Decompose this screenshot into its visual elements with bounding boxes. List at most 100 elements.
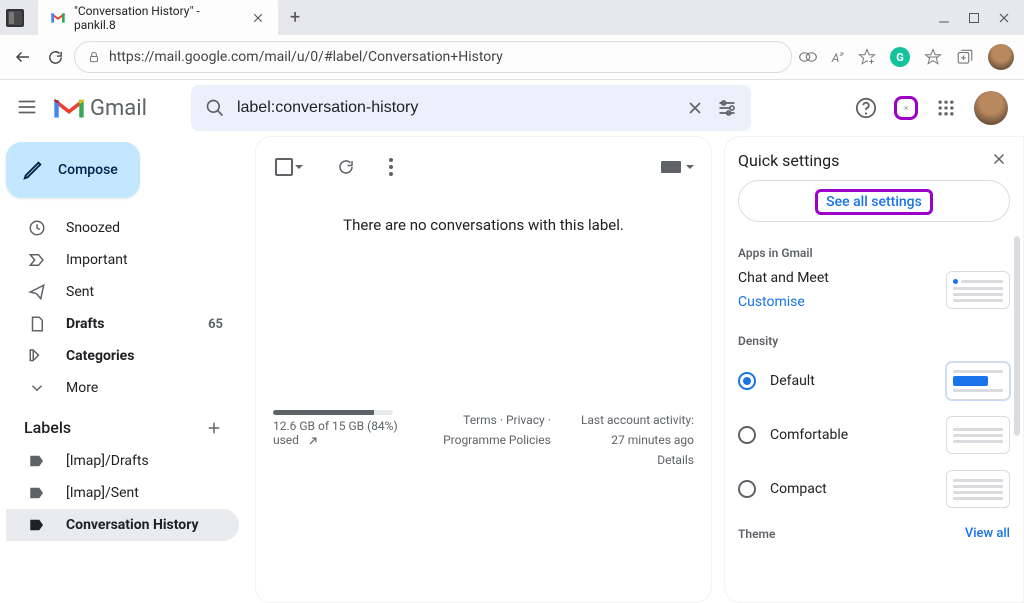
browser-tab[interactable]: "Conversation History" - pankil.8 <box>38 0 278 39</box>
account-avatar[interactable] <box>974 91 1008 125</box>
density-option-comfortable[interactable]: Comfortable <box>738 416 1010 454</box>
back-button[interactable] <box>10 44 36 70</box>
tab-title: "Conversation History" - pankil.8 <box>74 4 242 32</box>
pencil-icon <box>22 159 44 181</box>
window-minimize-icon[interactable] <box>938 12 950 24</box>
mail-list-pane: There are no conversations with this lab… <box>255 136 712 603</box>
sidebar-item-sent[interactable]: Sent <box>6 276 239 308</box>
sidebar-item-label: More <box>66 380 98 396</box>
select-dropdown-icon[interactable] <box>295 165 303 173</box>
sent-icon <box>28 283 46 301</box>
label-text: [Imap]/Sent <box>66 485 139 501</box>
search-options-icon[interactable] <box>717 98 737 118</box>
scrollbar[interactable] <box>1014 236 1020 436</box>
empty-state-message: There are no conversations with this lab… <box>269 216 698 234</box>
density-header: Density <box>738 334 1010 348</box>
customise-link[interactable]: Customise <box>738 290 829 314</box>
programme-policies-link[interactable]: Programme Policies <box>443 433 551 447</box>
help-icon[interactable] <box>854 96 878 120</box>
theme-header: Theme <box>738 527 775 541</box>
new-tab-button[interactable]: + <box>290 7 300 28</box>
lock-icon <box>87 50 101 64</box>
mail-toolbar <box>269 150 698 190</box>
address-bar[interactable]: https://mail.google.com/mail/u/0/#label/… <box>74 41 792 73</box>
radio-icon <box>738 480 756 498</box>
label-imap-sent[interactable]: [Imap]/Sent <box>6 477 239 509</box>
search-bar[interactable] <box>191 85 751 131</box>
gmail-logo-icon <box>54 97 84 119</box>
menu-icon[interactable] <box>16 96 40 120</box>
sidebar-item-snoozed[interactable]: Snoozed <box>6 212 239 244</box>
categories-icon <box>28 347 46 365</box>
sidebar-item-important[interactable]: Important <box>6 244 239 276</box>
sidebar-item-label: Sent <box>66 284 94 300</box>
apps-in-gmail-header: Apps in Gmail <box>738 246 1010 260</box>
collections-icon[interactable] <box>956 48 974 66</box>
sidebar-item-categories[interactable]: Categories <box>6 340 239 372</box>
storage-info: 12.6 GB of 15 GB (84%) used <box>273 410 413 448</box>
reader-icon[interactable]: A» <box>832 49 844 65</box>
activity-details-link[interactable]: Details <box>657 453 694 467</box>
profile-avatar[interactable] <box>988 44 1014 70</box>
refresh-mail-icon[interactable] <box>337 158 355 176</box>
label-icon <box>28 484 46 502</box>
browser-titlebar: "Conversation History" - pankil.8 + <box>0 0 1024 35</box>
link-share-icon[interactable] <box>798 49 818 65</box>
account-activity: Last account activity: 27 minutes ago De… <box>581 410 694 470</box>
grammarly-icon[interactable]: G <box>890 47 910 67</box>
label-imap-drafts[interactable]: [Imap]/Drafts <box>6 445 239 477</box>
density-preview-compact <box>946 470 1010 508</box>
see-all-settings-label: See all settings <box>815 189 933 215</box>
settings-gear-icon[interactable] <box>894 96 918 120</box>
apps-grid-icon[interactable] <box>934 96 958 120</box>
tab-close-icon[interactable] <box>250 10 266 26</box>
chevron-down-icon <box>28 379 46 397</box>
density-option-compact[interactable]: Compact <box>738 470 1010 508</box>
gmail-logo[interactable]: Gmail <box>54 96 147 121</box>
sidebar-item-label: Drafts <box>66 316 104 332</box>
close-quicksettings-icon[interactable] <box>990 150 1010 170</box>
window-close-icon[interactable] <box>998 12 1010 24</box>
sidebar-item-label: Important <box>66 252 128 268</box>
clear-search-icon[interactable] <box>685 98 705 118</box>
window-maximize-icon[interactable] <box>968 12 980 24</box>
gmail-favicon-icon <box>50 10 66 26</box>
input-tools-icon[interactable] <box>660 160 694 174</box>
more-options-icon[interactable] <box>389 158 393 176</box>
add-label-icon[interactable] <box>205 419 223 437</box>
compose-button[interactable]: Compose <box>6 142 140 198</box>
refresh-button[interactable] <box>42 44 68 70</box>
important-icon <box>28 251 46 269</box>
url-text: https://mail.google.com/mail/u/0/#label/… <box>109 49 503 65</box>
density-label: Comfortable <box>770 427 848 443</box>
open-storage-icon[interactable] <box>306 434 320 448</box>
clock-icon <box>28 219 46 237</box>
see-all-settings-button[interactable]: See all settings <box>738 180 1010 222</box>
label-icon <box>28 516 46 534</box>
density-preview-default <box>946 362 1010 400</box>
favorites-icon[interactable] <box>924 48 942 66</box>
density-option-default[interactable]: Default <box>738 362 1010 400</box>
terms-link[interactable]: Terms <box>463 413 497 427</box>
label-conversation-history[interactable]: Conversation History <box>6 509 239 541</box>
activity-time: 27 minutes ago <box>611 433 694 447</box>
sidebar-item-label: Snoozed <box>66 220 120 236</box>
chat-meet-preview <box>946 271 1010 309</box>
privacy-link[interactable]: Privacy <box>506 413 545 427</box>
sidebar-item-label: Categories <box>66 348 134 364</box>
drafts-count: 65 <box>208 317 223 332</box>
labels-header-text: Labels <box>24 418 71 437</box>
add-favorite-icon[interactable] <box>858 48 876 66</box>
radio-selected-icon <box>738 372 756 390</box>
sidebar-item-drafts[interactable]: Drafts 65 <box>6 308 239 340</box>
theme-view-all-link[interactable]: View all <box>965 526 1010 541</box>
draft-icon <box>28 315 46 333</box>
search-input[interactable] <box>237 99 673 117</box>
activity-label: Last account activity: <box>581 413 694 427</box>
select-all-checkbox[interactable] <box>275 158 303 176</box>
sidebar: Compose Snoozed Important Sent Drafts 65… <box>0 136 245 603</box>
tab-actions-icon[interactable] <box>6 9 24 27</box>
compose-label: Compose <box>58 162 118 178</box>
storage-text: 12.6 GB of 15 GB (84%) used <box>273 419 398 447</box>
sidebar-item-more[interactable]: More <box>6 372 239 404</box>
